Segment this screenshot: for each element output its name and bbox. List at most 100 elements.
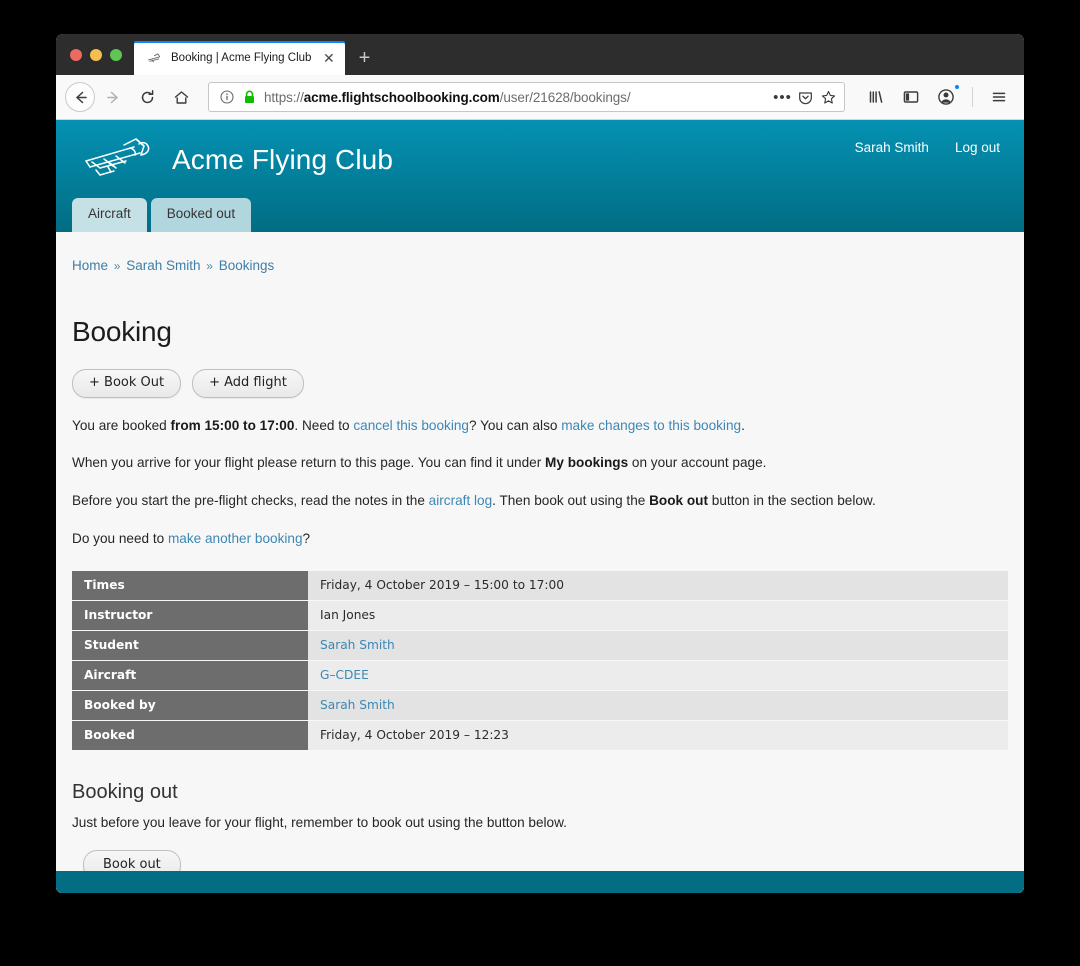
site-title: Acme Flying Club (172, 144, 393, 176)
site-tab-bar: Aircraft Booked out (72, 198, 251, 232)
site-footer (56, 871, 1024, 893)
home-icon (173, 89, 190, 106)
book-out-top-button[interactable]: + Book Out (72, 369, 181, 398)
browser-tab-strip: Booking | Acme Flying Club ✕ + (56, 34, 1024, 75)
library-icon[interactable] (860, 81, 892, 113)
table-row-label: Aircraft (72, 661, 308, 691)
breadcrumb: Home » Sarah Smith » Bookings (72, 232, 1008, 273)
booking-out-description: Just before you leave for your flight, r… (72, 815, 1008, 830)
bookmark-star-icon[interactable] (820, 89, 837, 106)
table-row-value[interactable]: Sarah Smith (308, 691, 1008, 721)
cancel-booking-link[interactable]: cancel this booking (353, 418, 469, 433)
booking-summary-paragraph: You are booked from 15:00 to 17:00. Need… (72, 416, 1008, 436)
table-row-label: Student (72, 631, 308, 661)
home-button[interactable] (165, 81, 197, 113)
back-button[interactable] (65, 82, 95, 112)
forward-button[interactable] (97, 81, 129, 113)
table-row-value[interactable]: Sarah Smith (308, 631, 1008, 661)
booking-time-range: from 15:00 to 17:00 (171, 418, 295, 433)
para2-text1: When you arrive for your flight please r… (72, 455, 545, 470)
new-tab-button[interactable]: + (349, 41, 379, 75)
minimize-window-button[interactable] (90, 49, 102, 61)
airplane-logo (80, 137, 156, 183)
my-bookings-label: My bookings (545, 455, 628, 470)
browser-toolbar-right (856, 81, 1015, 113)
table-row: Student Sarah Smith (72, 631, 1008, 661)
another-booking-paragraph: Do you need to make another booking? (72, 529, 1008, 549)
table-row-label: Times (72, 571, 308, 601)
account-notification-badge (954, 84, 960, 90)
logout-link[interactable]: Log out (955, 140, 1000, 155)
para1-text2: . Need to (294, 418, 353, 433)
table-row-label: Booked by (72, 691, 308, 721)
table-row: Aircraft G–CDEE (72, 661, 1008, 691)
url-text: https://acme.flightschoolbooking.com/use… (264, 90, 768, 105)
arrow-right-icon (105, 89, 122, 106)
browser-tab-active[interactable]: Booking | Acme Flying Club ✕ (134, 41, 345, 75)
breadcrumb-item-bookings[interactable]: Bookings (219, 258, 275, 273)
breadcrumb-item-sarah-smith[interactable]: Sarah Smith (126, 258, 200, 273)
table-row: BookedFriday, 4 October 2019 – 12:23 (72, 721, 1008, 751)
site-header: Acme Flying Club Sarah Smith Log out Air… (56, 120, 1024, 232)
arrow-left-icon (72, 89, 89, 106)
para3-text2: . Then book out using the (492, 493, 649, 508)
table-row: Booked by Sarah Smith (72, 691, 1008, 721)
para4-text1: Do you need to (72, 531, 168, 546)
para4-text2: ? (303, 531, 311, 546)
table-row-value: Friday, 4 October 2019 – 12:23 (308, 721, 1008, 751)
window-traffic-lights (56, 34, 134, 75)
breadcrumb-separator: » (204, 259, 215, 273)
maximize-window-button[interactable] (110, 49, 122, 61)
airplane-favicon (147, 51, 162, 66)
para1-text1: You are booked (72, 418, 171, 433)
arrival-instructions-paragraph: When you arrive for your flight please r… (72, 453, 1008, 473)
book-out-bold-label: Book out (649, 493, 708, 508)
table-value-link[interactable]: G–CDEE (320, 668, 369, 682)
add-flight-button[interactable]: + Add flight (192, 369, 304, 398)
table-row-value: Ian Jones (308, 601, 1008, 631)
action-button-group: + Book Out + Add flight (72, 369, 1008, 398)
app-menu-button[interactable] (983, 81, 1015, 113)
user-name-link[interactable]: Sarah Smith (855, 140, 929, 155)
tab-booked-out[interactable]: Booked out (151, 198, 251, 232)
reload-icon (139, 89, 156, 106)
padlock-icon[interactable] (241, 89, 258, 106)
table-row-value: Friday, 4 October 2019 – 15:00 to 17:00 (308, 571, 1008, 601)
table-value-link[interactable]: Sarah Smith (320, 698, 395, 712)
booking-out-section-title: Booking out (72, 781, 1008, 804)
close-window-button[interactable] (70, 49, 82, 61)
booking-details-body: TimesFriday, 4 October 2019 – 15:00 to 1… (72, 571, 1008, 751)
account-icon[interactable] (930, 81, 962, 113)
site-info-icon[interactable] (218, 89, 235, 106)
page-content: Home » Sarah Smith » Bookings Booking + … (56, 232, 1024, 893)
breadcrumb-item-home[interactable]: Home (72, 258, 108, 273)
para1-text3: ? You can also (469, 418, 561, 433)
table-row: TimesFriday, 4 October 2019 – 15:00 to 1… (72, 571, 1008, 601)
toolbar-divider (972, 87, 973, 107)
browser-tab-title: Booking | Acme Flying Club (171, 52, 311, 64)
aircraft-log-link[interactable]: aircraft log (429, 493, 492, 508)
browser-nav-toolbar: https://acme.flightschoolbooking.com/use… (56, 75, 1024, 120)
para3-text3: button in the section below. (708, 493, 876, 508)
header-user-area: Sarah Smith Log out (855, 137, 1000, 155)
table-row: InstructorIan Jones (72, 601, 1008, 631)
pocket-icon[interactable] (797, 89, 814, 106)
close-icon[interactable]: ✕ (320, 50, 337, 67)
page-viewport: Acme Flying Club Sarah Smith Log out Air… (56, 120, 1024, 893)
change-booking-link[interactable]: make changes to this booking (561, 418, 741, 433)
url-bar[interactable]: https://acme.flightschoolbooking.com/use… (208, 82, 845, 112)
reload-button[interactable] (131, 81, 163, 113)
page-title: Booking (72, 316, 1008, 348)
para2-text2: on your account page. (628, 455, 766, 470)
page-actions-icon[interactable]: ••• (774, 89, 791, 106)
table-row-value[interactable]: G–CDEE (308, 661, 1008, 691)
sidebar-icon[interactable] (895, 81, 927, 113)
para1-text4: . (741, 418, 745, 433)
para3-text1: Before you start the pre-flight checks, … (72, 493, 429, 508)
table-value-link[interactable]: Sarah Smith (320, 638, 395, 652)
preflight-instructions-paragraph: Before you start the pre-flight checks, … (72, 491, 1008, 511)
breadcrumb-separator: » (112, 259, 123, 273)
make-another-booking-link[interactable]: make another booking (168, 531, 303, 546)
browser-window: Booking | Acme Flying Club ✕ + (56, 34, 1024, 893)
tab-aircraft[interactable]: Aircraft (72, 198, 147, 232)
